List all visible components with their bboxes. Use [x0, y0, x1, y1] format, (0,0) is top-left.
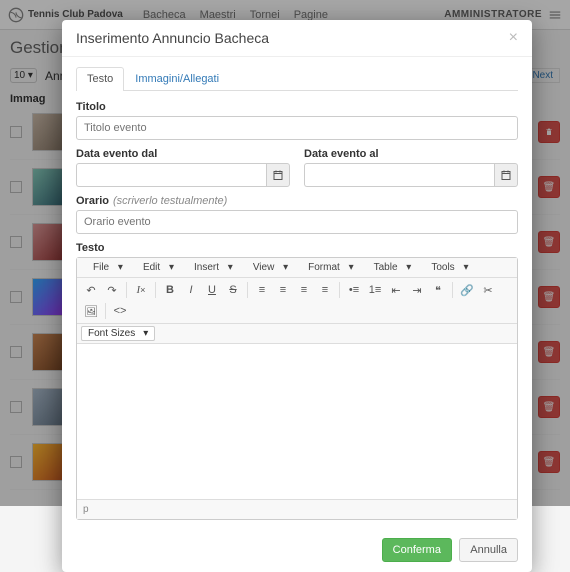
unlink-icon[interactable]: ✂: [478, 280, 498, 300]
font-size-select[interactable]: Font Sizes▾: [81, 326, 155, 341]
testo-label: Testo: [76, 242, 518, 254]
date-from-label: Data evento dal: [76, 148, 290, 160]
align-right-icon[interactable]: ≡: [294, 280, 314, 300]
tab-list: Testo Immagini/Allegati: [76, 67, 518, 91]
tab-testo[interactable]: Testo: [76, 67, 124, 91]
editor-content-area[interactable]: [77, 344, 517, 499]
titolo-input[interactable]: [76, 116, 518, 140]
source-code-icon[interactable]: <>: [110, 301, 130, 321]
menu-format[interactable]: Format ▾: [296, 260, 359, 275]
editor-toolbar-1: ↶ ↷ I× B I U S ≡ ≡ ≡ ≡ •≡ 1≡ ⇤ ⇥ ❝: [77, 278, 517, 324]
modal-body: Testo Immagini/Allegati Titolo Data even…: [62, 57, 532, 530]
cancel-button[interactable]: Annulla: [459, 538, 518, 562]
underline-icon[interactable]: U: [202, 280, 222, 300]
date-to-picker-button[interactable]: [494, 163, 518, 187]
link-icon[interactable]: 🔗: [457, 280, 477, 300]
calendar-icon: [500, 169, 512, 181]
align-justify-icon[interactable]: ≡: [315, 280, 335, 300]
strikethrough-icon[interactable]: S: [223, 280, 243, 300]
menu-view[interactable]: View ▾: [241, 260, 294, 275]
rich-text-editor: File ▾ Edit ▾ Insert ▾ View ▾ Format ▾ T…: [76, 257, 518, 520]
numbered-list-icon[interactable]: 1≡: [365, 280, 385, 300]
menu-edit[interactable]: Edit ▾: [131, 260, 180, 275]
date-from-picker-button[interactable]: [266, 163, 290, 187]
clear-format-icon[interactable]: I×: [131, 280, 151, 300]
titolo-label: Titolo: [76, 101, 518, 113]
menu-tools[interactable]: Tools ▾: [419, 260, 474, 275]
orario-input[interactable]: [76, 210, 518, 234]
confirm-button[interactable]: Conferma: [382, 538, 452, 562]
bold-icon[interactable]: B: [160, 280, 180, 300]
redo-icon[interactable]: ↷: [102, 280, 122, 300]
editor-toolbar-2: Font Sizes▾: [77, 324, 517, 344]
undo-icon[interactable]: ↶: [81, 280, 101, 300]
date-from-group: [76, 163, 290, 187]
date-to-group: [304, 163, 518, 187]
modal-dialog: Inserimento Annuncio Bacheca × Testo Imm…: [62, 20, 532, 572]
editor-statusbar: p: [77, 499, 517, 519]
date-from-input[interactable]: [76, 163, 266, 187]
italic-icon[interactable]: I: [181, 280, 201, 300]
menu-file[interactable]: File ▾: [81, 260, 129, 275]
blockquote-icon[interactable]: ❝: [428, 280, 448, 300]
date-to-label: Data evento al: [304, 148, 518, 160]
calendar-icon: [272, 169, 284, 181]
menu-table[interactable]: Table ▾: [362, 260, 418, 275]
editor-menubar: File ▾ Edit ▾ Insert ▾ View ▾ Format ▾ T…: [77, 258, 517, 278]
close-button[interactable]: ×: [509, 30, 518, 46]
menu-insert[interactable]: Insert ▾: [182, 260, 239, 275]
modal-title: Inserimento Annuncio Bacheca: [76, 30, 269, 46]
image-icon[interactable]: 🖼: [81, 301, 101, 321]
tab-allegati[interactable]: Immagini/Allegati: [124, 67, 230, 90]
orario-label: Orario(scriverlo testualmente): [76, 195, 518, 207]
outdent-icon[interactable]: ⇤: [386, 280, 406, 300]
modal-header: Inserimento Annuncio Bacheca ×: [62, 20, 532, 57]
bullet-list-icon[interactable]: •≡: [344, 280, 364, 300]
align-left-icon[interactable]: ≡: [252, 280, 272, 300]
date-to-input[interactable]: [304, 163, 494, 187]
modal-footer: Conferma Annulla: [62, 530, 532, 562]
align-center-icon[interactable]: ≡: [273, 280, 293, 300]
indent-icon[interactable]: ⇥: [407, 280, 427, 300]
